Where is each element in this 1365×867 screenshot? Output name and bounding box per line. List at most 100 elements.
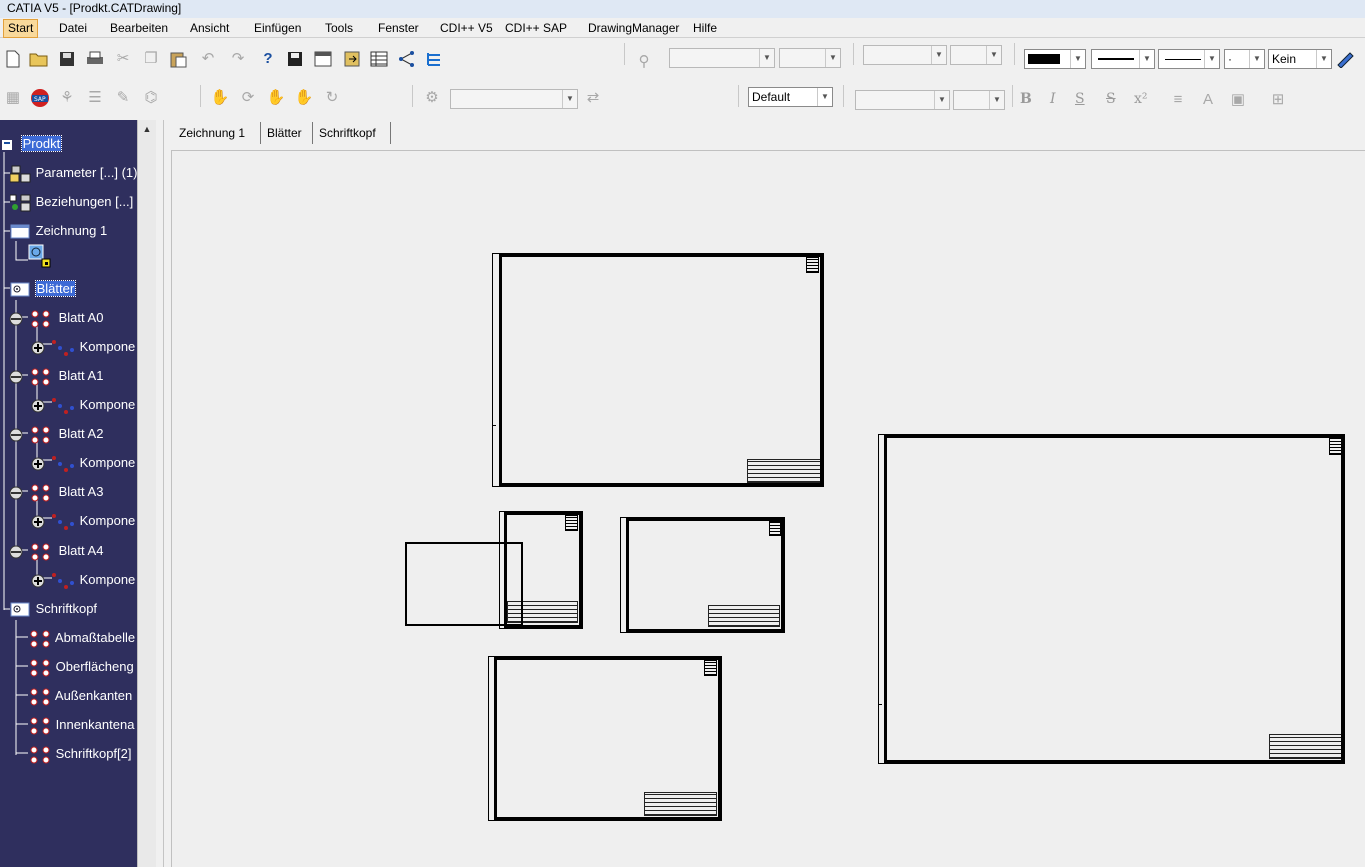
redo-icon[interactable]: ↷: [228, 49, 248, 69]
sheet-frame-a0[interactable]: [878, 434, 1345, 764]
tree-root-node[interactable]: Prodkt: [2, 134, 63, 154]
thickness-combo[interactable]: ▼: [1158, 49, 1220, 69]
print-icon[interactable]: [85, 49, 105, 69]
menu-ansicht[interactable]: Ansicht: [186, 20, 233, 37]
tree-node-component-a4[interactable]: Kompone: [30, 570, 135, 590]
refresh-icon[interactable]: ↻: [322, 88, 342, 108]
menu-bearbeiten[interactable]: Bearbeiten: [106, 20, 172, 37]
underline-icon[interactable]: S: [1075, 91, 1085, 107]
menu-datei[interactable]: Datei: [55, 20, 91, 37]
tree-node-parameters[interactable]: Parameter [...] (1): [9, 163, 137, 183]
align-icon[interactable]: ≡: [1168, 90, 1188, 110]
hand-icon[interactable]: ✋: [210, 88, 230, 108]
stack-icon[interactable]: ☰: [85, 88, 105, 108]
superscript-icon[interactable]: x²: [1134, 91, 1148, 107]
menu-start[interactable]: Start: [3, 19, 39, 38]
tree-node-sheets[interactable]: Blätter: [10, 279, 77, 299]
pan-icon[interactable]: ✋: [266, 88, 286, 108]
paste-icon[interactable]: [168, 49, 188, 69]
tree-scrollbar[interactable]: ▲: [137, 120, 156, 867]
point-style-combo[interactable]: · ▼: [1224, 49, 1265, 69]
tree-expand-icon[interactable]: [397, 49, 417, 69]
tree-node-tb-item-2[interactable]: Oberflächeng: [30, 657, 134, 677]
text-anchor-icon[interactable]: A: [1198, 90, 1218, 110]
text-size-combo[interactable]: ▼: [953, 90, 1005, 110]
tree-node-component-a0[interactable]: Kompone: [30, 337, 135, 357]
tree-node-component-a3[interactable]: Kompone: [30, 511, 135, 531]
tree-node-component-a2[interactable]: Kompone: [30, 453, 135, 473]
menu-einfuegen[interactable]: Einfügen: [250, 20, 305, 37]
menu-cdi-v5[interactable]: CDI++ V5: [436, 20, 497, 37]
titleblock-icon: [10, 602, 30, 617]
tab-titleblock[interactable]: Schriftkopf: [313, 122, 391, 144]
menu-hilfe[interactable]: Hilfe: [689, 20, 721, 37]
help-icon[interactable]: ?: [258, 49, 278, 69]
text-font-combo[interactable]: ▼: [855, 90, 950, 110]
save-management-icon[interactable]: [285, 49, 305, 69]
fill-combo[interactable]: Kein ▼: [1268, 49, 1332, 69]
settings-icon[interactable]: ⚙: [422, 88, 442, 108]
open-folder-icon[interactable]: [29, 49, 49, 69]
hand2-icon[interactable]: ✋: [294, 88, 314, 108]
tree-node-drawing[interactable]: Zeichnung 1: [10, 221, 107, 241]
painter-icon[interactable]: [1336, 49, 1356, 69]
grid-icon[interactable]: ▦: [3, 88, 23, 108]
tree-node-sheet-a2[interactable]: Blatt A2: [9, 424, 103, 444]
toolbar-drawing: ▦ SAP ⚘ ☰ ✎ ⌬ ✋ ⟳ ✋ ✋ ↻ ⚙ ▼ ⇄ Default ▼ …: [0, 80, 1365, 118]
scroll-up-arrow-icon[interactable]: ▲: [140, 122, 154, 136]
structure-icon[interactable]: ⌬: [141, 88, 161, 108]
copy-icon[interactable]: ❐: [141, 49, 161, 69]
tree-node-sheet-a0[interactable]: Blatt A0: [9, 308, 103, 328]
new-file-icon[interactable]: [3, 49, 23, 69]
cut-icon[interactable]: ✂: [113, 49, 133, 69]
link-icon[interactable]: ⇄: [583, 88, 603, 108]
window-icon[interactable]: [313, 49, 333, 69]
tree-node-tb-item-4[interactable]: Innenkantena: [30, 715, 134, 735]
tree-node-sheet-a1[interactable]: Blatt A1: [9, 366, 103, 386]
tree-node-tb-item-5[interactable]: Schriftkopf[2]: [30, 744, 132, 764]
drawing-child-icon[interactable]: [28, 244, 54, 271]
tab-drawing[interactable]: Zeichnung 1: [173, 122, 261, 144]
hierarchy-icon[interactable]: ⚘: [57, 88, 77, 108]
tree-structure-icon[interactable]: [425, 49, 445, 69]
undo-icon[interactable]: ↶: [198, 49, 218, 69]
rotate-icon[interactable]: ⟳: [238, 88, 258, 108]
tab-sheets[interactable]: Blätter: [261, 122, 313, 144]
color-combo[interactable]: ▼: [1024, 49, 1086, 69]
tree-node-sheet-a4[interactable]: Blatt A4: [9, 541, 103, 561]
menu-cdi-sap[interactable]: CDI++ SAP: [501, 20, 571, 37]
save-icon[interactable]: [57, 49, 77, 69]
tree-node-relations[interactable]: Beziehungen [...]: [9, 192, 133, 212]
tree-node-sheet-a3[interactable]: Blatt A3: [9, 482, 103, 502]
menu-drawingmanager[interactable]: DrawingManager: [584, 20, 683, 37]
table-icon[interactable]: [369, 49, 389, 69]
export-icon[interactable]: [342, 49, 362, 69]
scale-combo[interactable]: ▼: [950, 45, 1002, 65]
style-combo[interactable]: Default ▼: [748, 87, 833, 107]
italic-icon[interactable]: I: [1050, 91, 1056, 107]
sap-icon[interactable]: SAP: [29, 88, 49, 108]
menu-tools[interactable]: Tools: [321, 20, 357, 37]
tree-sheet-a3-label: Blatt A3: [58, 484, 104, 499]
tree-node-tb-item-1[interactable]: Abmaßtabelle: [30, 628, 135, 648]
text-frame-icon[interactable]: ▣: [1228, 90, 1248, 110]
panel-splitter[interactable]: [156, 120, 164, 867]
tree-node-component-a1[interactable]: Kompone: [30, 395, 135, 415]
font-name-combo[interactable]: ▼: [669, 48, 775, 68]
sheet-frame-a2[interactable]: [488, 656, 722, 821]
strikethrough-icon[interactable]: S: [1106, 91, 1116, 107]
tree-node-tb-item-3[interactable]: Außenkanten: [30, 686, 132, 706]
edit-doc-icon[interactable]: ✎: [113, 88, 133, 108]
text-properties-icon[interactable]: ⊞: [1268, 90, 1288, 110]
sheet-frame-a3[interactable]: [620, 517, 785, 633]
font-size-combo[interactable]: ▼: [779, 48, 841, 68]
drawing-canvas[interactable]: [171, 150, 1365, 867]
line-type-icon[interactable]: ⚲: [634, 52, 654, 72]
layer-combo[interactable]: ▼: [863, 45, 947, 65]
sheet-frame-a1[interactable]: [492, 253, 824, 487]
bold-icon[interactable]: B: [1020, 91, 1032, 107]
linetype-combo[interactable]: ▼: [1091, 49, 1155, 69]
menu-fenster[interactable]: Fenster: [374, 20, 423, 37]
tree-node-titleblock[interactable]: Schriftkopf: [10, 599, 97, 619]
view-combo[interactable]: ▼: [450, 89, 578, 109]
